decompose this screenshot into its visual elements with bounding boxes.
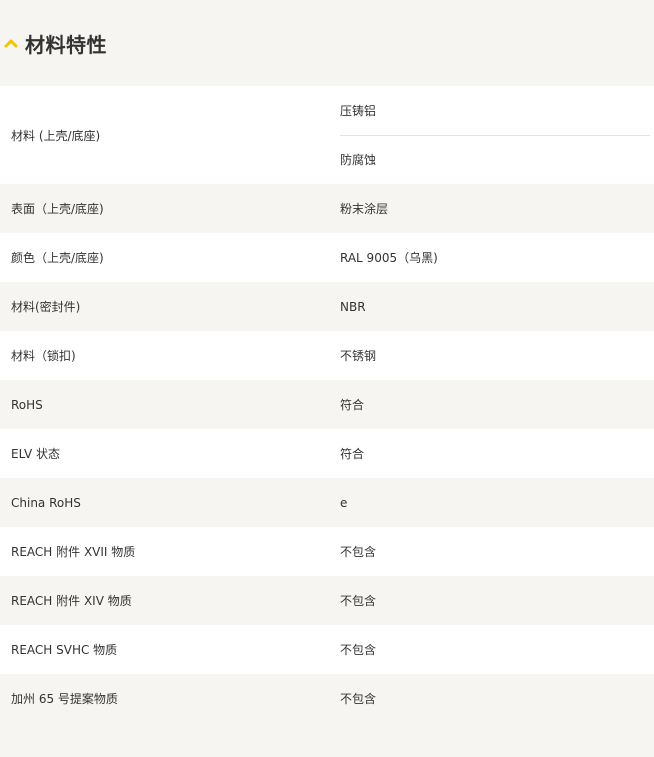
row-value: RAL 9005（乌黑) [340,251,438,265]
table-row: RoHS 符合 [0,380,654,429]
table-row: REACH 附件 XVII 物质 不包含 [0,527,654,576]
row-value: 压铸铝 [340,103,377,118]
row-value: 防腐蚀 [340,134,650,185]
table-row: 材料（锁扣) 不锈钢 [0,331,654,380]
table-row: 材料 (上壳/底座) 压铸铝 防腐蚀 [0,86,654,184]
table-row: REACH SVHC 物质 不包含 [0,625,654,674]
row-value: 不包含 [340,545,377,559]
row-label: 材料(密封件) [11,300,81,314]
table-row: 颜色（上壳/底座) RAL 9005（乌黑) [0,233,654,282]
row-value: NBR [340,299,366,314]
table-row: 材料(密封件) NBR [0,282,654,331]
row-label: REACH SVHC 物质 [11,643,118,657]
row-label: China RoHS [11,495,81,510]
table-row: China RoHS e [0,478,654,527]
row-label: 颜色（上壳/底座) [11,251,104,265]
section-header[interactable]: 材料特性 [0,0,654,86]
chevron-up-icon[interactable] [3,37,19,49]
row-label: ELV 状态 [11,447,60,461]
row-label: 材料（锁扣) [11,349,76,363]
row-values: 压铸铝 防腐蚀 [340,86,650,184]
row-value: 不包含 [340,643,377,657]
row-label: 加州 65 号提案物质 [11,692,118,706]
row-value: 不包含 [340,692,377,706]
row-label: 材料 (上壳/底座) [11,128,101,143]
table-row: REACH 附件 XIV 物质 不包含 [0,576,654,625]
row-value: 不包含 [340,594,377,608]
row-label: 表面（上壳/底座) [11,202,104,216]
table-row: ELV 状态 符合 [0,429,654,478]
row-value: 符合 [340,447,365,461]
table-row: 表面（上壳/底座) 粉末涂层 [0,184,654,233]
row-value: e [340,495,348,510]
row-value: 不锈钢 [340,349,377,363]
row-value: 粉末涂层 [340,202,389,216]
row-label: RoHS [11,397,43,412]
table-row: 加州 65 号提案物质 不包含 [0,674,654,723]
row-value: 符合 [340,398,365,412]
material-properties-table: 材料 (上壳/底座) 压铸铝 防腐蚀 表面（上壳/底座) 粉末涂层 颜色（上壳/… [0,86,654,723]
section-title: 材料特性 [25,32,107,57]
row-label: REACH 附件 XIV 物质 [11,594,132,608]
row-label: REACH 附件 XVII 物质 [11,545,136,559]
